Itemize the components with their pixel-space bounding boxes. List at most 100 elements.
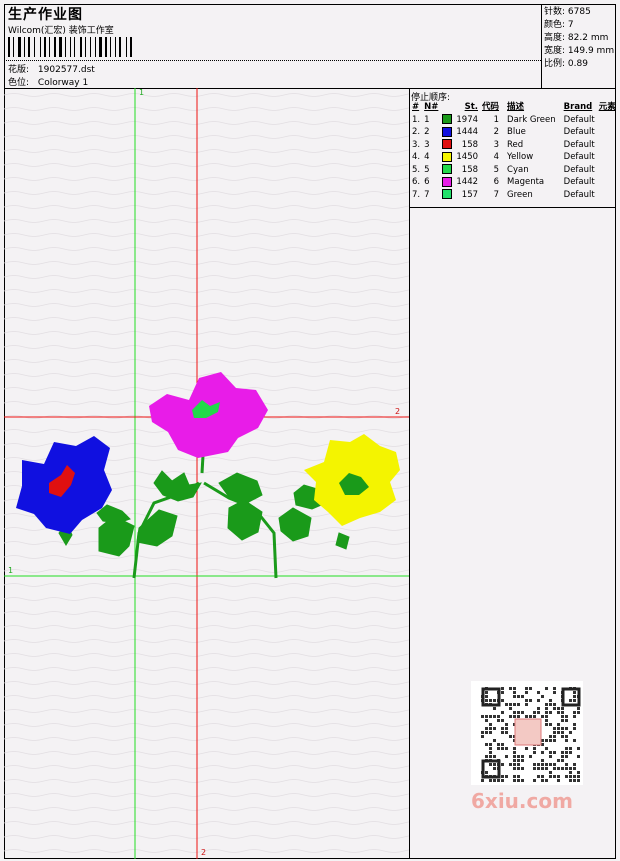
row-index: 5. bbox=[412, 164, 421, 175]
col-stitches: St. bbox=[464, 102, 479, 112]
watermark-text: 6xiu.com bbox=[471, 789, 573, 813]
row-stitches: 1450 bbox=[456, 152, 479, 162]
company-name: Wilcom(汇宏) 装饰工作室 bbox=[8, 26, 114, 36]
red-right-axis-label: 2 bbox=[395, 407, 401, 416]
row-description: Dark Green bbox=[507, 114, 556, 125]
row-element bbox=[597, 151, 618, 164]
row-code: 3 bbox=[493, 139, 500, 150]
row-description: Yellow bbox=[507, 152, 534, 162]
row-code: 4 bbox=[493, 152, 500, 162]
row-index: 1. bbox=[412, 114, 421, 125]
swatch-box bbox=[442, 164, 453, 174]
row-code: 5 bbox=[493, 164, 500, 175]
color-swatch bbox=[440, 139, 454, 152]
color-stop-row: 1. 1 1974 1 Dark Green Default bbox=[410, 114, 618, 127]
row-code: 1 bbox=[493, 114, 500, 125]
color-swatch bbox=[440, 151, 454, 164]
row-stitches: 1442 bbox=[456, 177, 479, 187]
row-stitches: 157 bbox=[461, 189, 479, 200]
red-bottom-axis-label: 2 bbox=[201, 848, 207, 857]
width-spec: 宽度: 149.9 mm bbox=[544, 46, 615, 56]
green-top-axis-label: 1 bbox=[139, 88, 145, 97]
col-element: 元素 bbox=[598, 102, 616, 112]
row-n: 5 bbox=[424, 164, 430, 175]
swatch-box bbox=[442, 139, 453, 149]
color-stop-table: # N# St. 代码 描述 Brand 元素 1. 1 1974 1 Dark Gre… bbox=[410, 101, 618, 201]
row-n: 4 bbox=[424, 152, 430, 162]
row-element bbox=[597, 139, 618, 152]
row-n: 1 bbox=[424, 114, 430, 125]
colorway-row: 色位: Colorway 1 bbox=[8, 75, 88, 88]
row-element bbox=[597, 114, 618, 127]
design-file-row: 花版: 1902577.dst bbox=[8, 62, 95, 75]
row-code: 6 bbox=[493, 177, 500, 187]
row-brand: Default bbox=[563, 177, 595, 187]
design-file-name: 1902577.dst bbox=[37, 65, 95, 75]
col-hash: # bbox=[412, 102, 420, 112]
row-stitches: 158 bbox=[461, 139, 479, 150]
embroidery-design-area bbox=[4, 88, 409, 859]
row-index: 3. bbox=[412, 139, 421, 150]
design-specs: 针数: 6785 颜色: 7 高度: 82.2 mm 宽度: 149.9 mm … bbox=[544, 6, 614, 71]
col-n: N# bbox=[424, 102, 439, 112]
row-index: 2. bbox=[412, 127, 421, 137]
color-swatch bbox=[440, 189, 454, 202]
colorway-name: Colorway 1 bbox=[37, 78, 89, 88]
design-file-label: 花版: bbox=[8, 65, 30, 75]
row-brand: Default bbox=[563, 127, 595, 137]
row-index: 4. bbox=[412, 152, 421, 162]
row-n: 7 bbox=[424, 189, 430, 200]
swatch-box bbox=[442, 114, 453, 124]
row-description: Cyan bbox=[507, 164, 529, 175]
row-code: 2 bbox=[493, 127, 500, 137]
row-n: 3 bbox=[424, 139, 430, 150]
row-description: Blue bbox=[507, 127, 526, 137]
stitches-value: 6785 bbox=[567, 7, 591, 17]
row-element bbox=[597, 189, 618, 202]
row-brand: Default bbox=[563, 164, 595, 175]
row-element bbox=[597, 164, 618, 177]
row-stitches: 158 bbox=[461, 164, 479, 175]
green-left-axis-label: 1 bbox=[8, 566, 14, 575]
color-stop-row: 3. 3 158 3 Red Default bbox=[410, 139, 618, 152]
row-stitches: 1444 bbox=[456, 127, 479, 137]
swatch-box bbox=[442, 151, 453, 162]
colors-spec: 颜色: 7 bbox=[544, 20, 574, 30]
color-swatch bbox=[440, 126, 454, 139]
legend-divider bbox=[409, 88, 410, 859]
color-swatch bbox=[440, 114, 454, 127]
swatch-box bbox=[442, 189, 453, 199]
row-brand: Default bbox=[563, 152, 595, 162]
swatch-box bbox=[442, 176, 453, 187]
specs-divider bbox=[541, 4, 542, 88]
qr-code bbox=[471, 681, 583, 785]
color-stop-row: 5. 5 158 5 Cyan Default bbox=[410, 164, 618, 177]
color-swatch bbox=[440, 176, 454, 189]
color-stop-row: 6. 6 1442 6 Magenta Default bbox=[410, 176, 618, 189]
stitches-spec: 针数: 6785 bbox=[544, 7, 591, 17]
color-swatch bbox=[440, 164, 454, 177]
row-code: 7 bbox=[493, 189, 500, 200]
row-description: Green bbox=[507, 189, 533, 200]
row-description: Red bbox=[507, 139, 524, 150]
row-index: 6. bbox=[412, 177, 421, 187]
height-value: 82.2 mm bbox=[567, 33, 609, 43]
ratio-spec: 比例: 0.89 bbox=[544, 59, 588, 69]
height-spec: 高度: 82.2 mm bbox=[544, 33, 609, 43]
row-brand: Default bbox=[563, 139, 595, 150]
color-stop-row: 2. 2 1444 2 Blue Default bbox=[410, 126, 618, 139]
color-table-header: # N# St. 代码 描述 Brand 元素 bbox=[410, 101, 618, 114]
row-brand: Default bbox=[563, 114, 595, 125]
swatch-box bbox=[442, 126, 453, 137]
legend-bottom-border bbox=[409, 207, 616, 208]
colors-value: 7 bbox=[567, 20, 574, 30]
row-element bbox=[597, 126, 618, 139]
row-brand: Default bbox=[563, 189, 595, 200]
row-index: 7. bbox=[412, 189, 421, 200]
page-title: 生产作业图 bbox=[8, 7, 83, 23]
ratio-value: 0.89 bbox=[567, 59, 588, 69]
col-brand: Brand bbox=[563, 102, 593, 112]
row-element bbox=[597, 176, 618, 189]
col-desc: 描述 bbox=[507, 102, 525, 112]
file-info-divider bbox=[4, 60, 541, 61]
